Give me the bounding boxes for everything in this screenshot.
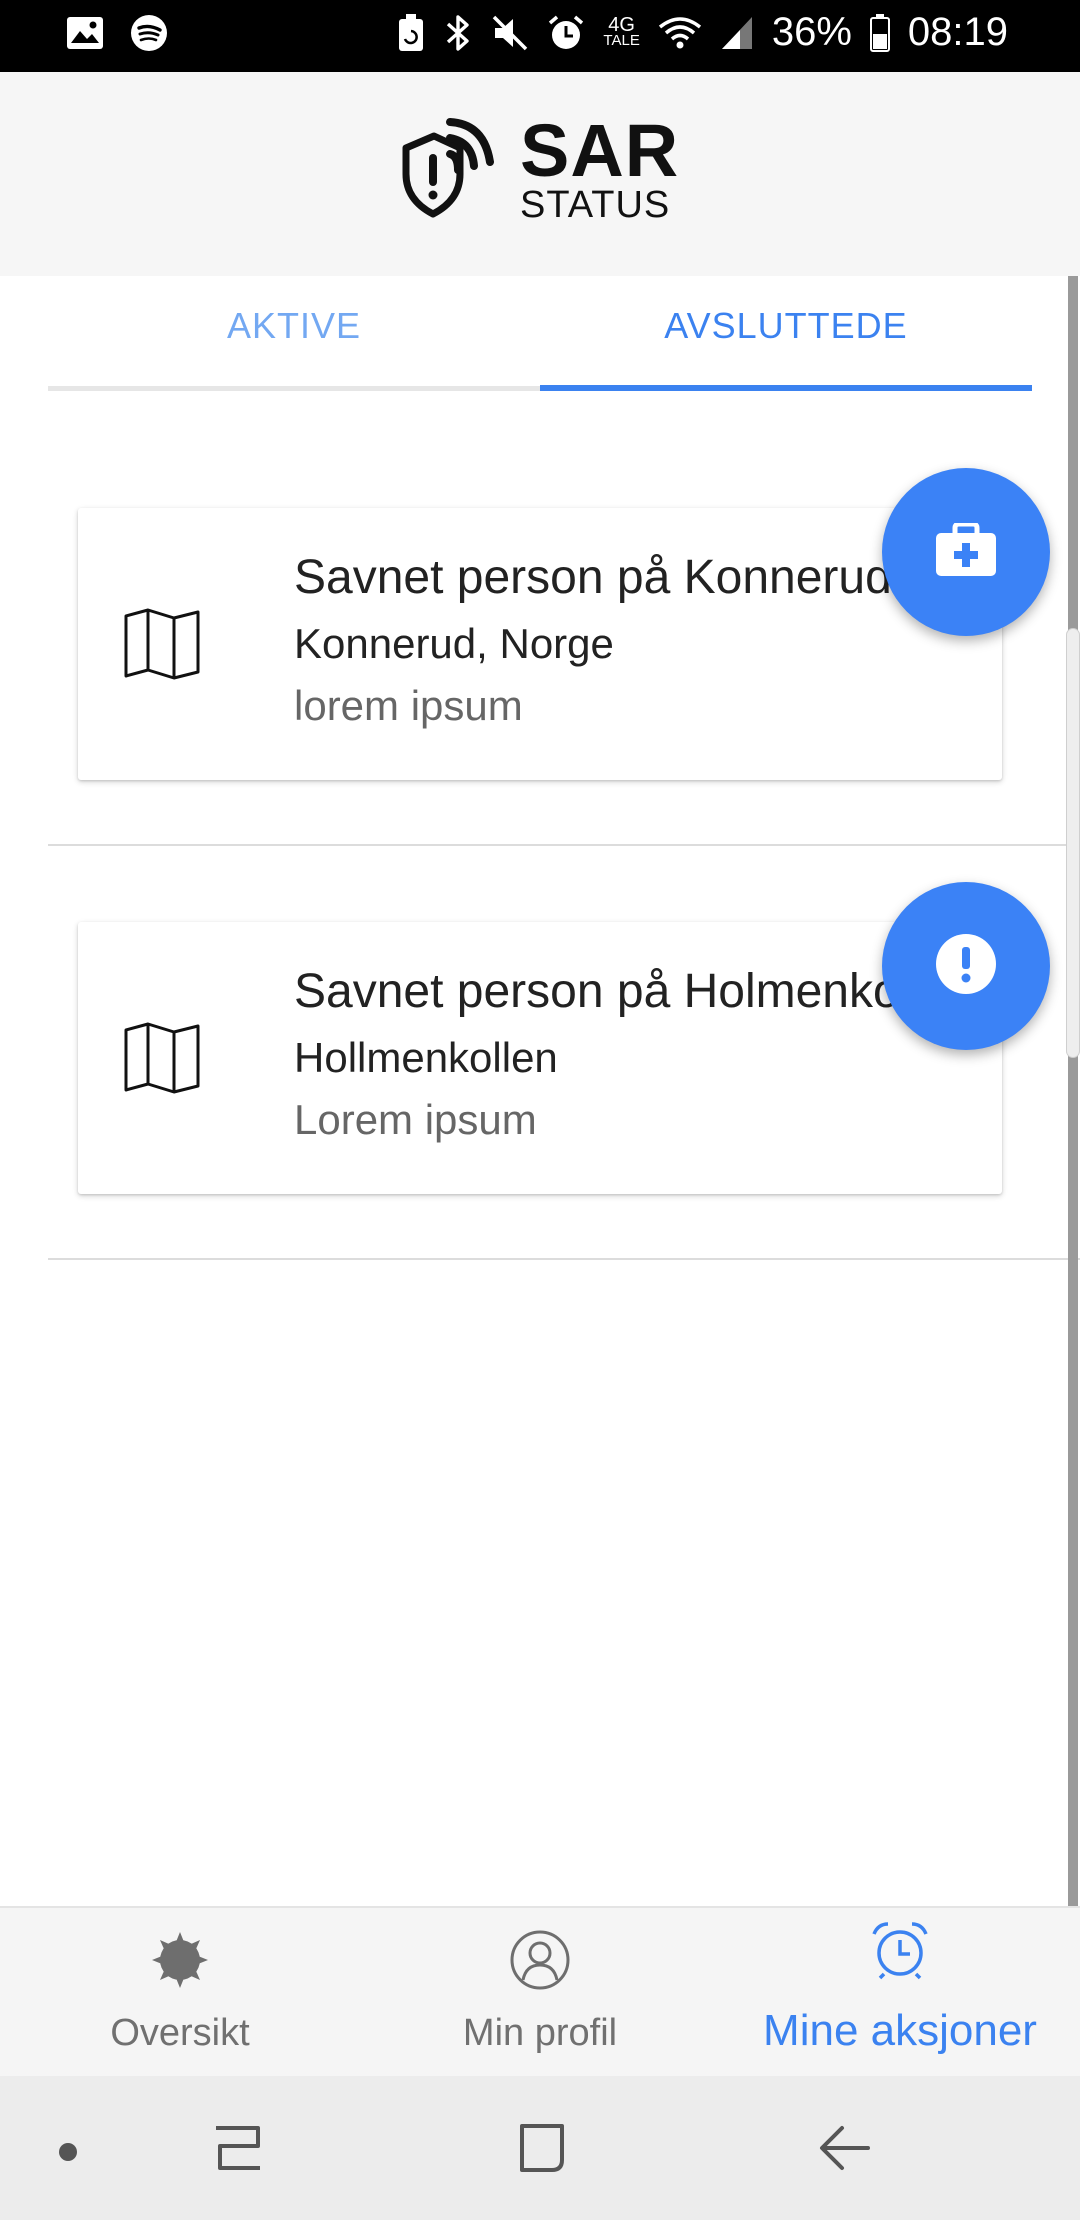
network-type: 4G TALE [603,13,640,49]
clock: 08:19 [907,10,1008,54]
bottom-navigation: Oversikt Min profil Mine aksjoner [0,1906,1080,2076]
medical-kit-button[interactable] [882,468,1050,636]
mute-icon [491,14,529,52]
nav-label: Oversikt [110,2012,250,2054]
battery-icon [869,13,890,52]
map-icon [124,608,200,685]
app-header: SAR STATUS [0,72,1080,276]
alert-button[interactable] [882,882,1050,1050]
battery-percent: 36% [771,10,852,54]
system-navigation-bar [0,2076,1080,2220]
profile-icon [510,1930,570,1990]
logo-subtitle: STATUS [520,183,671,226]
bluetooth-icon [443,13,473,53]
nav-item-min-profil[interactable]: Min profil [360,1908,720,2078]
dot-indicator-icon[interactable] [58,2142,78,2167]
list-divider [48,1258,1080,1260]
alarm-icon [547,14,585,52]
card-title: Savnet person på Holmenkollen [294,965,975,1018]
back-icon[interactable] [816,2120,872,2181]
alert-icon [935,933,997,1000]
battery-saver-icon [397,13,425,53]
medical-kit-icon [935,521,997,582]
map-icon [124,1022,200,1099]
signal-icon [720,15,754,51]
tab-aktive[interactable]: AKTIVE [48,276,540,386]
tab-bar: AKTIVE AVSLUTTEDE [48,276,1032,392]
list-divider [48,844,1080,846]
wifi-icon [658,15,702,51]
app-logo: SAR STATUS [402,112,679,225]
tab-avsluttede[interactable]: AVSLUTTEDE [540,276,1032,386]
status-bar: 4G TALE 36% 08:19 [0,0,1080,72]
home-icon[interactable] [516,2120,568,2181]
nav-item-mine-aksjoner[interactable]: Mine aksjoner [720,1908,1080,2078]
scrollbar-track[interactable] [1068,276,1078,1906]
nav-item-oversikt[interactable]: Oversikt [0,1908,360,2078]
nav-label: Mine aksjoner [763,2006,1037,2055]
gallery-icon [66,16,104,50]
action-card[interactable]: Savnet person på Konnerud Konnerud, Norg… [78,508,1002,780]
card-description: lorem ipsum [294,682,523,729]
card-location: Hollmenkollen [294,1034,558,1081]
card-location: Konnerud, Norge [294,620,614,667]
spotify-icon [130,14,168,52]
card-title: Savnet person på Konnerud [294,551,892,604]
card-description: Lorem ipsum [294,1096,537,1143]
scrollbar-thumb[interactable] [1066,628,1080,1058]
logo-title: SAR [520,108,680,192]
recent-apps-icon[interactable] [212,2120,264,2181]
gear-icon [150,1930,210,1990]
tab-indicator [540,385,1032,391]
nav-label: Min profil [462,2012,618,2054]
alarm-clock-icon [870,1920,930,1980]
action-card[interactable]: Savnet person på Holmenkollen Hollmenkol… [78,922,1002,1194]
shield-signal-icon [402,112,506,225]
